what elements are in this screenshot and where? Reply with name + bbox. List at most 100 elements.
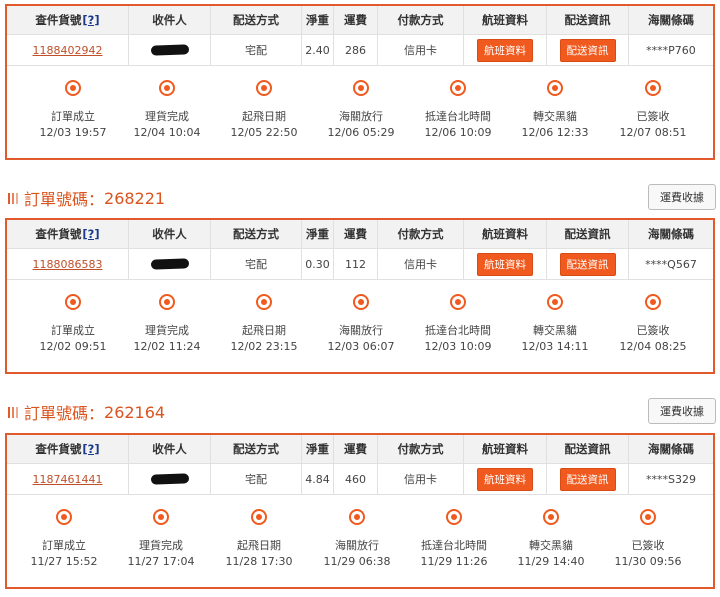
status-dot-icon (450, 80, 466, 96)
header-tracking: 查件貨號 [?] (7, 220, 129, 248)
status-dot-icon (645, 294, 661, 310)
header-flight: 航班資料 (464, 220, 547, 248)
fee-receipt-button[interactable]: 運費收據 (648, 184, 716, 210)
header-recipient: 收件人 (129, 435, 211, 463)
timeline-step: 海關放行 12/06 05:29 (311, 80, 411, 139)
delivery-info-button[interactable]: 配送資訊 (559, 252, 616, 276)
header-recipient: 收件人 (129, 220, 211, 248)
header-delivery: 配送資訊 (547, 6, 629, 34)
status-dot-icon (251, 509, 267, 525)
header-payment: 付款方式 (378, 220, 464, 248)
payment-method: 信用卡 (378, 35, 464, 65)
status-dot-icon (353, 294, 369, 310)
net-weight: 2.40 (302, 35, 334, 65)
order-card: 查件貨號 [?] 收件人 配送方式 淨重 運費 付款方式 航班資料 配送資訊 海關… (5, 218, 715, 374)
help-link[interactable]: [?] (82, 442, 99, 456)
customs-code: ****S329 (646, 472, 696, 486)
header-fee: 運費 (334, 220, 378, 248)
order-card: 查件貨號 [?] 收件人 配送方式 淨重 運費 付款方式 航班資料 配送資訊 海關… (5, 4, 715, 160)
header-customs: 海關條碼 (648, 442, 694, 456)
table-row: 1188402942 宅配 2.40 286 信用卡 航班資料 配送資訊 ***… (7, 35, 713, 66)
status-dot-icon (349, 509, 365, 525)
status-dot-icon (65, 80, 81, 96)
delivery-info-button[interactable]: 配送資訊 (559, 467, 616, 491)
header-delivery: 配送資訊 (547, 435, 629, 463)
timeline-step: 抵達台北時間 12/03 10:09 (408, 294, 508, 353)
timeline-step: 理貨完成 12/04 10:04 (117, 80, 217, 139)
timeline-step: 已簽收 12/04 08:25 (603, 294, 703, 353)
heading-bars-icon (8, 406, 18, 418)
redacted-recipient (150, 44, 189, 56)
fee-receipt-button[interactable]: 運費收據 (648, 398, 716, 424)
header-tracking: 查件貨號 [?] (7, 435, 129, 463)
status-dot-icon (56, 509, 72, 525)
status-dot-icon (446, 509, 462, 525)
order-heading: 訂單號碼： 262164 (8, 402, 166, 423)
header-payment: 付款方式 (378, 6, 464, 34)
order-card: 查件貨號 [?] 收件人 配送方式 淨重 運費 付款方式 航班資料 配送資訊 海關… (5, 433, 715, 589)
status-dot-icon (547, 80, 563, 96)
header-tracking: 查件貨號 [?] (7, 6, 129, 34)
status-dot-icon (256, 294, 272, 310)
status-timeline: 訂單成立 12/03 19:57 理貨完成 12/04 10:04 起飛日期 12/0… (7, 66, 713, 158)
status-timeline: 訂單成立 12/02 09:51 理貨完成 12/02 11:24 起飛日期 12/0… (7, 280, 713, 372)
timeline-step: 訂單成立 12/02 09:51 (23, 294, 123, 353)
status-dot-icon (543, 509, 559, 525)
header-weight: 淨重 (302, 435, 334, 463)
timeline-step: 理貨完成 11/27 17:04 (111, 509, 211, 568)
timeline-step: 海關放行 11/29 06:38 (307, 509, 407, 568)
order-label: 訂單號碼： (24, 190, 105, 209)
timeline-step: 海關放行 12/03 06:07 (311, 294, 411, 353)
tracking-number-link[interactable]: 1187461441 (33, 473, 103, 486)
header-method: 配送方式 (211, 435, 302, 463)
timeline-step: 抵達台北時間 12/06 10:09 (408, 80, 508, 139)
redacted-recipient (150, 473, 189, 485)
timeline-step: 起飛日期 12/02 23:15 (214, 294, 314, 353)
status-dot-icon (450, 294, 466, 310)
status-dot-icon (640, 509, 656, 525)
status-dot-icon (645, 80, 661, 96)
timeline-step: 起飛日期 11/28 17:30 (209, 509, 309, 568)
order-number: 262164 (104, 402, 166, 422)
delivery-info-button[interactable]: 配送資訊 (559, 38, 616, 62)
status-dot-icon (65, 294, 81, 310)
timeline-step: 起飛日期 12/05 22:50 (214, 80, 314, 139)
delivery-method: 宅配 (211, 249, 302, 279)
timeline-step: 轉交黑貓 11/29 14:40 (501, 509, 601, 568)
net-weight: 4.84 (302, 464, 334, 494)
timeline-step: 理貨完成 12/02 11:24 (117, 294, 217, 353)
header-flight: 航班資料 (464, 435, 547, 463)
timeline-step: 訂單成立 11/27 15:52 (14, 509, 114, 568)
header-payment: 付款方式 (378, 435, 464, 463)
flight-info-button[interactable]: 航班資料 (477, 38, 533, 62)
delivery-method: 宅配 (211, 464, 302, 494)
tracking-number-link[interactable]: 1188086583 (33, 258, 103, 271)
header-fee: 運費 (334, 435, 378, 463)
header-weight: 淨重 (302, 220, 334, 248)
help-link[interactable]: [?] (82, 227, 99, 241)
shipping-fee: 112 (334, 249, 378, 279)
header-customs: 海關條碼 (648, 227, 694, 241)
timeline-step: 已簽收 12/07 08:51 (603, 80, 703, 139)
header-method: 配送方式 (211, 220, 302, 248)
flight-info-button[interactable]: 航班資料 (477, 467, 533, 491)
shipping-fee: 460 (334, 464, 378, 494)
order-number: 268221 (104, 188, 166, 208)
tracking-number-link[interactable]: 1188402942 (33, 44, 103, 57)
table-header: 查件貨號 [?] 收件人 配送方式 淨重 運費 付款方式 航班資料 配送資訊 海關… (7, 435, 713, 464)
shipping-fee: 286 (334, 35, 378, 65)
customs-code: ****P760 (646, 43, 696, 57)
status-dot-icon (353, 80, 369, 96)
order-label: 訂單號碼： (24, 404, 105, 423)
timeline-step: 訂單成立 12/03 19:57 (23, 80, 123, 139)
header-fee: 運費 (334, 6, 378, 34)
timeline-step: 轉交黑貓 12/03 14:11 (505, 294, 605, 353)
flight-info-button[interactable]: 航班資料 (477, 252, 533, 276)
help-link[interactable]: [?] (82, 13, 99, 27)
status-dot-icon (159, 294, 175, 310)
header-recipient: 收件人 (129, 6, 211, 34)
table-row: 1188086583 宅配 0.30 112 信用卡 航班資料 配送資訊 ***… (7, 249, 713, 280)
header-delivery: 配送資訊 (547, 220, 629, 248)
header-method: 配送方式 (211, 6, 302, 34)
table-row: 1187461441 宅配 4.84 460 信用卡 航班資料 配送資訊 ***… (7, 464, 713, 495)
